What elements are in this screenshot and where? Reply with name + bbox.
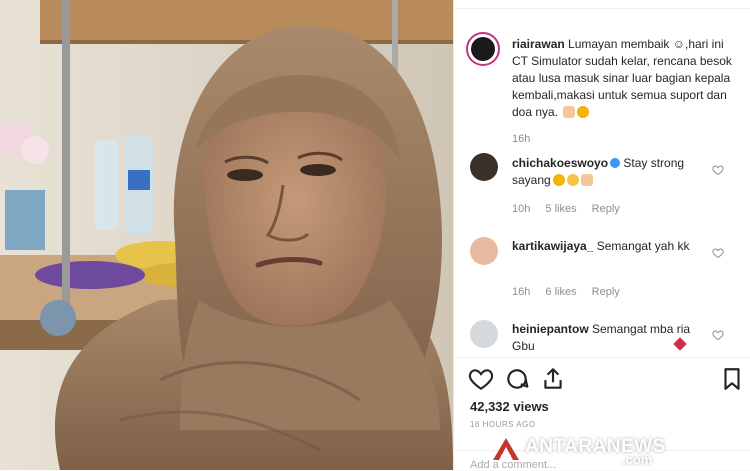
comment-icon[interactable] [504,366,530,392]
comment-likes[interactable]: 5 likes [545,203,576,215]
heart-icon[interactable] [468,366,494,392]
comment-likes[interactable]: 6 likes [545,286,576,298]
comment-time[interactable]: 10h [512,203,530,215]
watermark-suffix: .com [622,452,653,467]
like-comment-heart-icon[interactable] [712,247,724,259]
kiss-emoji [552,174,565,186]
comment-meta: 16h 6 likes Reply [512,286,632,298]
verified-badge-icon [610,158,621,168]
post-age: 16 HOURS AGO [470,420,536,429]
comment-text: Semangat yah kk [593,239,690,253]
post-author-avatar[interactable] [466,32,500,66]
comment-avatar[interactable] [470,153,498,181]
post-action-bar [454,357,750,398]
post-caption: riairawan Lumayan membaik ☺,hari ini CT … [512,36,740,121]
heart-emoji [673,337,687,351]
reply-button[interactable]: Reply [592,203,620,215]
antara-logo-icon [493,438,519,460]
post-username[interactable]: riairawan [512,37,565,51]
share-icon[interactable] [540,366,566,392]
antaranews-watermark: ANTARANEWS .com [487,432,687,467]
comment-username[interactable]: heiniepantow [512,322,589,336]
like-comment-heart-icon[interactable] [712,329,724,341]
post-photo[interactable] [0,0,453,470]
bookmark-icon[interactable] [719,366,745,392]
praying-hands-emoji [580,174,593,186]
panel-top-divider [454,0,750,9]
post-time[interactable]: 16h [512,133,530,145]
like-comment-heart-icon[interactable] [712,164,724,176]
comment-item: kartikawijaya_ Semangat yah kk [512,238,712,255]
comment-avatar[interactable] [470,237,498,265]
comment-meta: 10h 5 likes Reply [512,203,632,215]
post-meta: 16h [512,133,542,145]
comment-item: chichakoeswoyo Stay strong sayang [512,155,712,189]
comment-avatar[interactable] [470,320,498,348]
views-count[interactable]: 42,332 views [470,399,549,414]
comment-time[interactable]: 16h [512,286,530,298]
kiss-emoji [577,106,590,118]
comment-username[interactable]: chichakoeswoyo [512,156,608,170]
reply-button[interactable]: Reply [592,286,620,298]
smile-emoji [566,174,579,186]
comment-username[interactable]: kartikawijaya_ [512,239,593,253]
praying-hands-emoji [563,106,576,118]
comment-item: heiniepantow Semangat mba ria Gbu [512,321,712,355]
avatar-image [471,37,495,61]
instagram-panel: riairawan Lumayan membaik ☺,hari ini CT … [453,0,750,471]
photo-illustration [0,0,453,470]
